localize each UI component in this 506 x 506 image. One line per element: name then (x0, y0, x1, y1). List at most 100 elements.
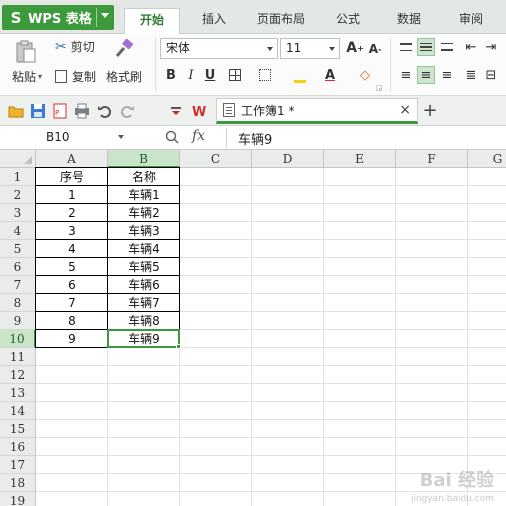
cell-a9[interactable]: 8 (36, 312, 108, 330)
paste-dropdown-icon[interactable]: ▾ (38, 72, 42, 81)
italic-button[interactable]: I (182, 66, 200, 84)
cut-button[interactable]: ✂ 剪切 (55, 38, 95, 55)
cell-a4[interactable]: 3 (36, 222, 108, 240)
tab-insert[interactable]: 插入 (190, 8, 238, 34)
customize-icon[interactable] (168, 103, 184, 119)
row-header-7[interactable]: 7 (0, 276, 36, 294)
column-header-e[interactable]: E (324, 150, 396, 168)
fill-color-icon[interactable] (291, 66, 309, 84)
tab-home[interactable]: 开始 (124, 8, 180, 35)
cell-b2[interactable]: 车辆1 (108, 186, 180, 204)
chevron-down-icon[interactable] (101, 13, 109, 18)
cell-a3[interactable]: 2 (36, 204, 108, 222)
cell-a2[interactable]: 1 (36, 186, 108, 204)
column-header-a[interactable]: A (36, 150, 108, 168)
select-all-corner[interactable] (0, 150, 36, 168)
row-header-11[interactable]: 11 (0, 348, 36, 366)
row-header-13[interactable]: 13 (0, 384, 36, 402)
cell-b6[interactable]: 车辆5 (108, 258, 180, 276)
row-header-8[interactable]: 8 (0, 294, 36, 312)
increase-indent-icon[interactable]: ⇥ (482, 38, 500, 56)
cell-a5[interactable]: 4 (36, 240, 108, 258)
row-header-6[interactable]: 6 (0, 258, 36, 276)
grow-font-button[interactable]: A + (346, 39, 364, 57)
align-top-icon[interactable] (397, 38, 415, 56)
close-icon[interactable]: × (399, 102, 411, 118)
name-box[interactable]: B10 (36, 128, 128, 147)
cell-a8[interactable]: 7 (36, 294, 108, 312)
pdf-icon[interactable]: P (52, 103, 68, 119)
format-painter-button[interactable]: 格式刷 (106, 68, 142, 85)
borders-icon[interactable] (226, 66, 244, 84)
document-tab[interactable]: 工作簿1 * × (216, 98, 418, 124)
cell-a1[interactable]: 序号 (36, 168, 108, 186)
wps-icon[interactable]: W (192, 103, 208, 119)
cell-b8[interactable]: 车辆7 (108, 294, 180, 312)
row-header-5[interactable]: 5 (0, 240, 36, 258)
format-painter-icon[interactable] (113, 38, 135, 60)
row-header-19[interactable]: 19 (0, 492, 36, 506)
cell-b1[interactable]: 名称 (108, 168, 180, 186)
cell-a7[interactable]: 6 (36, 276, 108, 294)
column-header-d[interactable]: D (252, 150, 324, 168)
paste-button[interactable]: 粘贴 ▾ (12, 68, 42, 85)
save-icon[interactable] (30, 103, 46, 119)
redo-icon[interactable] (119, 103, 135, 119)
fill-pattern-icon[interactable] (256, 66, 274, 84)
row-header-12[interactable]: 12 (0, 366, 36, 384)
justify-icon[interactable]: ≣ (462, 66, 480, 84)
column-header-g[interactable]: G (468, 150, 506, 168)
spreadsheet-grid[interactable]: ABCDEFG 1 2 3 4 5 6 7 8 9 10 11 12 13 14 15 16 17 18 19 序号… (0, 150, 506, 506)
bold-button[interactable]: B (162, 66, 180, 84)
underline-button[interactable]: U (201, 66, 219, 84)
cell-b5[interactable]: 车辆4 (108, 240, 180, 258)
undo-icon[interactable] (97, 103, 113, 119)
row-header-3[interactable]: 3 (0, 204, 36, 222)
align-bottom-icon[interactable] (438, 38, 456, 56)
row-header-1[interactable]: 1 (0, 168, 36, 186)
cell-b4[interactable]: 车辆3 (108, 222, 180, 240)
app-menu-button[interactable]: S WPS 表格 (2, 5, 114, 30)
active-cell-selection[interactable] (107, 329, 180, 348)
chevron-down-icon[interactable] (118, 135, 124, 139)
font-color-button[interactable]: A (321, 66, 339, 84)
row-header-10[interactable]: 10 (0, 330, 36, 348)
new-tab-button[interactable]: + (420, 100, 440, 121)
row-header-2[interactable]: 2 (0, 186, 36, 204)
tab-formulas[interactable]: 公式 (324, 8, 372, 34)
align-center-icon[interactable]: ≡ (417, 66, 435, 84)
row-header-14[interactable]: 14 (0, 402, 36, 420)
column-header-c[interactable]: C (180, 150, 252, 168)
tab-review[interactable]: 审阅 (446, 8, 496, 34)
column-header-b[interactable]: B (108, 150, 180, 168)
font-size-select[interactable]: 11 (280, 38, 340, 59)
row-header-15[interactable]: 15 (0, 420, 36, 438)
cell-a10[interactable]: 9 (36, 330, 108, 348)
row-header-16[interactable]: 16 (0, 438, 36, 456)
open-folder-icon[interactable] (8, 103, 24, 119)
search-icon[interactable] (165, 130, 179, 144)
print-icon[interactable] (74, 103, 90, 119)
font-dialog-launcher-icon[interactable]: ◲ (376, 84, 383, 92)
tab-page-layout[interactable]: 页面布局 (248, 8, 314, 34)
formula-input[interactable]: 车辆9 (238, 129, 272, 148)
insert-function-button[interactable]: fx (192, 128, 205, 144)
merge-center-icon[interactable]: ⊟ (482, 66, 500, 84)
row-header-17[interactable]: 17 (0, 456, 36, 474)
clear-format-icon[interactable]: ◇ (356, 66, 374, 84)
tab-data[interactable]: 数据 (382, 8, 436, 34)
cell-b3[interactable]: 车辆2 (108, 204, 180, 222)
align-left-icon[interactable]: ≡ (397, 66, 415, 84)
align-right-icon[interactable]: ≡ (438, 66, 456, 84)
row-header-9[interactable]: 9 (0, 312, 36, 330)
decrease-indent-icon[interactable]: ⇤ (462, 38, 480, 56)
cell-a6[interactable]: 5 (36, 258, 108, 276)
cell-b7[interactable]: 车辆6 (108, 276, 180, 294)
cell-b9[interactable]: 车辆8 (108, 312, 180, 330)
paste-icon[interactable] (15, 40, 37, 64)
font-name-select[interactable]: 宋体 (160, 38, 278, 59)
row-header-18[interactable]: 18 (0, 474, 36, 492)
fill-handle[interactable] (176, 344, 181, 349)
row-header-4[interactable]: 4 (0, 222, 36, 240)
shrink-font-button[interactable]: A- (366, 40, 384, 58)
